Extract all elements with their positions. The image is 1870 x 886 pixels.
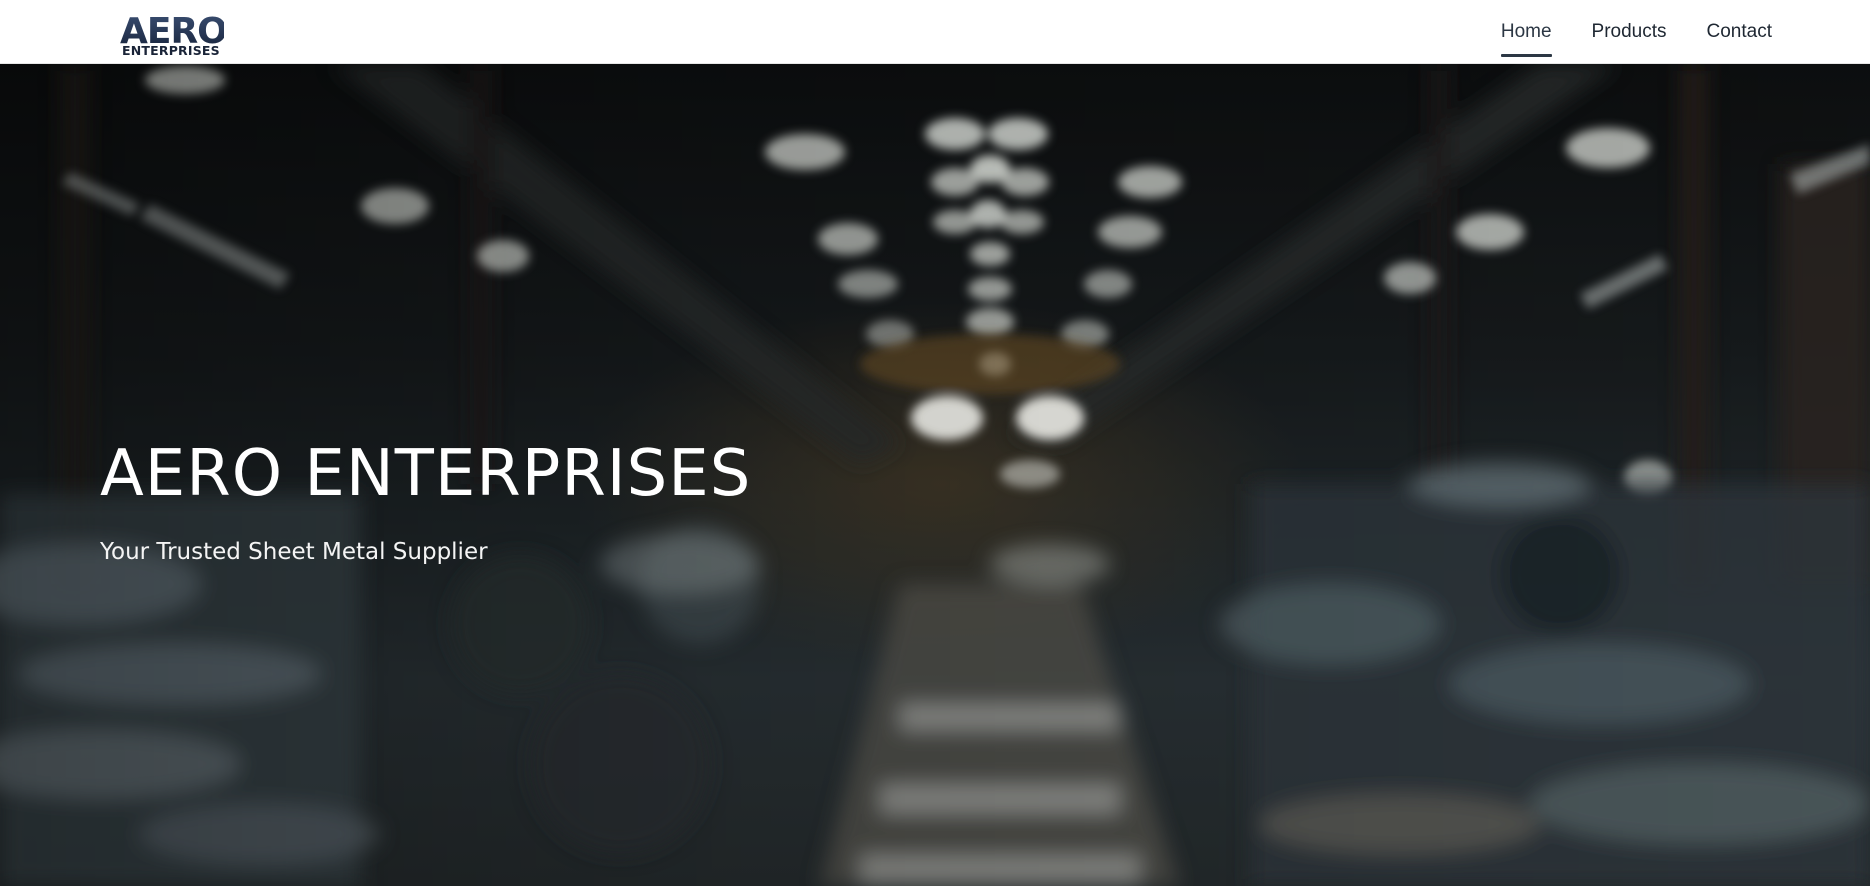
logo-mark: AERO ENTERPRISES xyxy=(120,11,224,57)
hero-content: AERO ENTERPRISES Your Trusted Sheet Meta… xyxy=(100,436,1000,568)
nav-home[interactable]: Home xyxy=(1500,0,1552,64)
nav-products[interactable]: Products xyxy=(1592,0,1667,64)
logo-subword: ENTERPRISES xyxy=(122,43,220,57)
hero-section: AERO ENTERPRISES Your Trusted Sheet Meta… xyxy=(0,64,1870,886)
site-header: AERO ENTERPRISES Home Products Contact xyxy=(0,0,1870,64)
hero-title: AERO ENTERPRISES xyxy=(100,437,752,511)
nav-contact[interactable]: Contact xyxy=(1707,0,1772,64)
page: AERO ENTERPRISES Home Products Contact A… xyxy=(0,0,1870,886)
main-nav: Home Products Contact xyxy=(1500,0,1772,64)
hero-subtitle: Your Trusted Sheet Metal Supplier xyxy=(100,539,488,565)
brand-logo[interactable]: AERO ENTERPRISES xyxy=(120,11,224,57)
